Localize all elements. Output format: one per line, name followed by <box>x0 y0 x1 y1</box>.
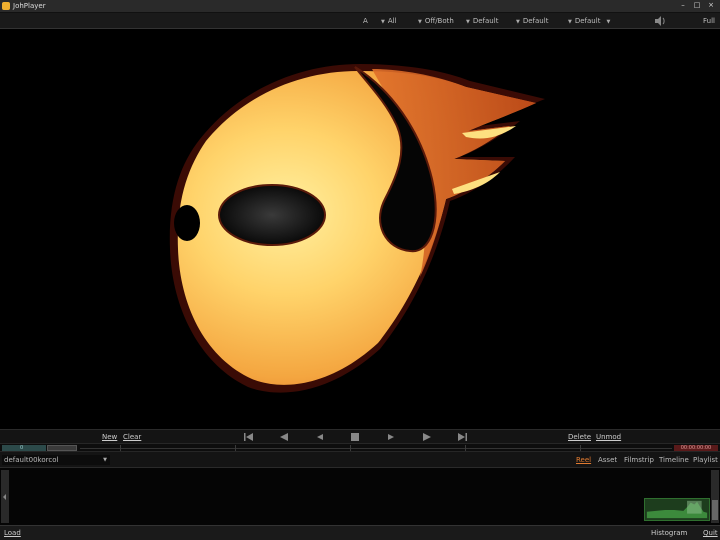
tab-reel[interactable]: Reel <box>576 452 591 468</box>
play-icon[interactable] <box>385 432 397 442</box>
chevron-down-icon: ▼ <box>466 19 470 25</box>
reel-content-panel[interactable] <box>0 468 720 525</box>
start-frame-field[interactable]: 0 <box>2 445 46 451</box>
chevron-down-icon: ▼ <box>103 457 107 463</box>
chevron-down-icon: ▼ <box>381 19 385 25</box>
bottom-bar: Load Histogram Quit <box>0 525 720 540</box>
speaker-icon[interactable] <box>654 16 666 26</box>
shot-select-value: default00korcol <box>4 456 59 464</box>
chevron-down-icon: ▼ <box>568 19 572 25</box>
app-logo-icon <box>2 2 10 10</box>
view-toolbar: A ▼ All ▼ Off/Both ▼ Default ▼ Default ▼ Defa… <box>0 13 720 29</box>
timeline-strip[interactable]: 0 00:00:00:00 <box>0 443 720 452</box>
step-forward-icon[interactable] <box>421 432 433 442</box>
title-bar: JohPlayer – □ × <box>0 0 720 13</box>
scroll-left-button[interactable] <box>1 470 9 523</box>
tab-asset[interactable]: Asset <box>598 452 617 468</box>
timeline-tick <box>350 445 351 451</box>
minimize-button[interactable]: – <box>677 1 689 10</box>
unmod-button[interactable]: Unmod <box>596 430 621 444</box>
tab-playlist[interactable]: Playlist <box>693 452 718 468</box>
histogram-thumbnail <box>644 498 710 521</box>
chevron-down-icon: ▼ <box>418 19 422 25</box>
image-viewer[interactable] <box>0 29 720 429</box>
window-title: JohPlayer <box>13 2 46 10</box>
window-controls: – □ × <box>677 1 717 10</box>
stereo-dropdown[interactable]: ▼ Off/Both <box>418 13 454 29</box>
step-back-icon[interactable] <box>278 432 290 442</box>
timeline-tick <box>580 445 581 451</box>
tab-timeline[interactable]: Timeline <box>659 452 689 468</box>
stop-icon[interactable] <box>349 432 361 442</box>
full-button[interactable]: Full <box>703 13 715 29</box>
chevron-down-icon: ▼ <box>606 19 611 25</box>
end-timecode-field[interactable]: 00:00:00:00 <box>674 445 718 451</box>
close-button[interactable]: × <box>705 1 717 10</box>
display-dropdown[interactable]: ▼ Default <box>466 13 498 29</box>
timeline-tick <box>465 445 466 451</box>
last-frame-icon[interactable] <box>456 432 468 442</box>
panel-header: default00korcol ▼ Reel Asset Filmstrip T… <box>0 452 720 468</box>
chevron-down-icon: ▼ <box>516 19 520 25</box>
clear-button[interactable]: Clear <box>123 430 141 444</box>
timeline-tick <box>120 445 121 451</box>
format-dropdown[interactable]: ▼ Default ▼ <box>568 13 613 29</box>
shot-select[interactable]: default00korcol ▼ <box>2 455 110 465</box>
histogram-button[interactable]: Histogram <box>651 526 687 540</box>
timeline-track[interactable] <box>80 448 672 449</box>
tab-filmstrip[interactable]: Filmstrip <box>624 452 654 468</box>
first-frame-icon[interactable] <box>243 432 255 442</box>
timeline-slider-handle[interactable] <box>47 445 77 451</box>
load-button[interactable]: Load <box>4 526 21 540</box>
vertical-scrollbar[interactable] <box>711 470 719 523</box>
scrollbar-thumb[interactable] <box>712 500 718 520</box>
transport-bar: New Clear Delete Unmod <box>0 429 720 443</box>
play-reverse-icon[interactable] <box>314 432 326 442</box>
mask-image <box>169 64 545 393</box>
layer-dropdown[interactable]: ▼ All <box>381 13 397 29</box>
quit-button[interactable]: Quit <box>703 526 718 540</box>
new-button[interactable]: New <box>102 430 117 444</box>
maximize-button[interactable]: □ <box>691 1 703 10</box>
lut-dropdown[interactable]: ▼ Default <box>516 13 548 29</box>
timeline-tick <box>235 445 236 451</box>
channel-dropdown[interactable]: A <box>363 13 368 29</box>
delete-button[interactable]: Delete <box>568 430 591 444</box>
